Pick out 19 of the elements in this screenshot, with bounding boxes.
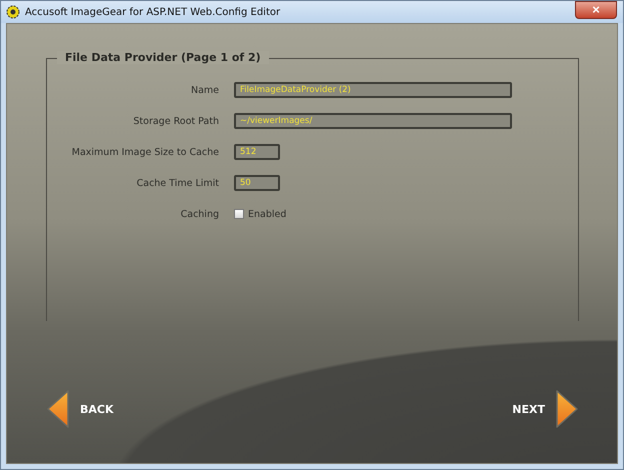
input-field[interactable]: 512: [234, 144, 280, 160]
arrow-left-icon: [46, 389, 70, 429]
back-button[interactable]: BACK: [46, 389, 114, 429]
field-label: Storage Root Path: [132, 116, 219, 126]
field-label: Name: [190, 84, 219, 96]
checkbox-label[interactable]: Enabled: [248, 208, 286, 220]
input-field[interactable]: 50: [234, 175, 280, 191]
input-field[interactable]: ~/viewerImages/: [234, 113, 512, 129]
input-field[interactable]: FileImageDataProvider (2): [234, 82, 512, 98]
field-label: Caching: [180, 208, 219, 220]
close-button[interactable]: ×: [575, 1, 617, 19]
gear-icon: [6, 5, 20, 19]
section-title: File Data Provider (Page 1 of 2): [57, 51, 269, 64]
arrow-right-icon: [555, 389, 579, 429]
checkbox[interactable]: [234, 209, 244, 219]
field-label: Cache Time Limit: [136, 178, 219, 188]
next-button[interactable]: NEXT: [512, 389, 579, 429]
window-title: Accusoft ImageGear for ASP.NET Web.Config Editor: [25, 6, 282, 18]
field-label: Maximum Image Size to Cache: [70, 146, 219, 158]
